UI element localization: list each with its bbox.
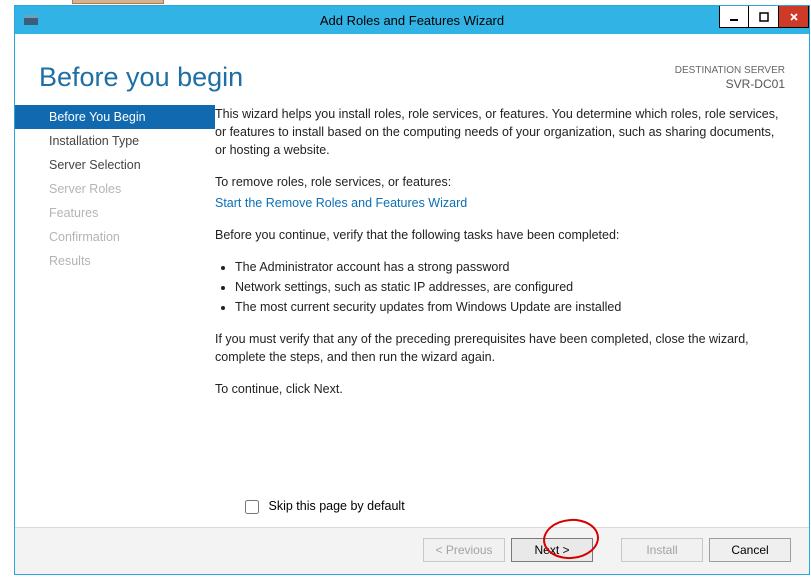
wizard-nav: Before You BeginInstallation TypeServer … bbox=[15, 99, 215, 489]
prereq-bullet: The Administrator account has a strong p… bbox=[235, 258, 785, 276]
destination-server: SVR-DC01 bbox=[675, 77, 785, 93]
prereq-bullet: Network settings, such as static IP addr… bbox=[235, 278, 785, 296]
maximize-button[interactable] bbox=[749, 6, 779, 28]
page-title: Before you begin bbox=[39, 62, 675, 93]
skip-checkbox[interactable] bbox=[245, 500, 259, 514]
wizard-footer: < Previous Next > Install Cancel bbox=[15, 527, 809, 574]
titlebar: Add Roles and Features Wizard bbox=[15, 6, 809, 34]
wizard-window: Add Roles and Features Wizard Before you… bbox=[14, 5, 810, 575]
prereq-list: The Administrator account has a strong p… bbox=[221, 258, 785, 316]
wizard-content: This wizard helps you install roles, rol… bbox=[215, 99, 785, 489]
skip-label-text: Skip this page by default bbox=[268, 499, 404, 513]
nav-item-server-selection[interactable]: Server Selection bbox=[15, 153, 215, 177]
nav-item-server-roles: Server Roles bbox=[15, 177, 215, 201]
nav-item-features: Features bbox=[15, 201, 215, 225]
nav-item-before-you-begin[interactable]: Before You Begin bbox=[15, 105, 215, 129]
destination-info: DESTINATION SERVER SVR-DC01 bbox=[675, 62, 785, 93]
nav-item-installation-type[interactable]: Installation Type bbox=[15, 129, 215, 153]
continue-text: To continue, click Next. bbox=[215, 380, 785, 398]
next-button[interactable]: Next > bbox=[511, 538, 593, 562]
skip-checkbox-label[interactable]: Skip this page by default bbox=[241, 499, 405, 513]
nav-item-confirmation: Confirmation bbox=[15, 225, 215, 249]
prereq-label: Before you continue, verify that the fol… bbox=[215, 226, 785, 244]
window-title: Add Roles and Features Wizard bbox=[15, 13, 809, 28]
skip-row: Skip this page by default bbox=[15, 489, 809, 527]
page-header: Before you begin DESTINATION SERVER SVR-… bbox=[15, 34, 809, 99]
minimize-button[interactable] bbox=[719, 6, 749, 28]
intro-text: This wizard helps you install roles, rol… bbox=[215, 105, 785, 159]
previous-button[interactable]: < Previous bbox=[423, 538, 505, 562]
cancel-button[interactable]: Cancel bbox=[709, 538, 791, 562]
window-controls bbox=[719, 6, 809, 28]
remove-label: To remove roles, role services, or featu… bbox=[215, 173, 785, 191]
post-text: If you must verify that any of the prece… bbox=[215, 330, 785, 366]
nav-item-results: Results bbox=[15, 249, 215, 273]
server-manager-icon bbox=[21, 10, 41, 30]
destination-label: DESTINATION SERVER bbox=[675, 64, 785, 77]
remove-wizard-link[interactable]: Start the Remove Roles and Features Wiza… bbox=[215, 196, 467, 210]
close-button[interactable] bbox=[779, 6, 809, 28]
prereq-bullet: The most current security updates from W… bbox=[235, 298, 785, 316]
install-button[interactable]: Install bbox=[621, 538, 703, 562]
